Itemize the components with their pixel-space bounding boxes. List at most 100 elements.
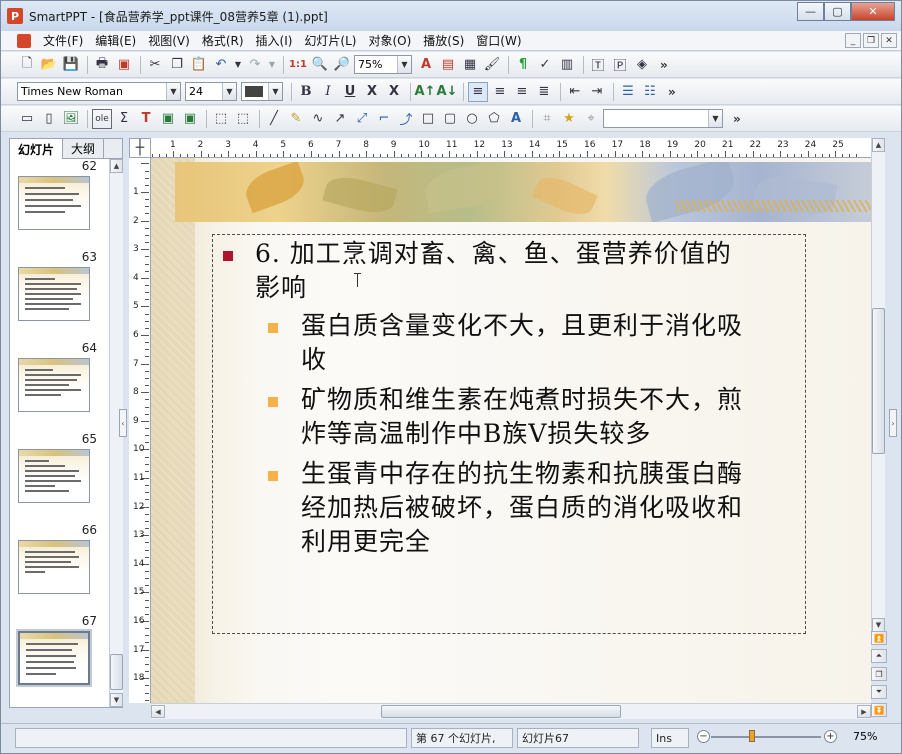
ruler-origin-button[interactable]: ┼	[129, 138, 151, 158]
horizontal-ruler[interactable]: 1 2 3 4 5 6 7 8 9 10 11 12 13 14 15 16 17 18 19 20 21 22 23 24 2…	[151, 138, 871, 158]
print-icon[interactable]: 🖶	[92, 55, 112, 75]
menu-file[interactable]: 文件(F)	[37, 32, 89, 49]
doc-close-button[interactable]: ✕	[881, 33, 897, 48]
chevron-down-icon[interactable]: ▼	[166, 83, 180, 100]
menu-window[interactable]: 窗口(W)	[470, 32, 527, 49]
canvas-vertical-scrollbar[interactable]: ▲ ▼	[871, 138, 885, 632]
menu-format[interactable]: 格式(R)	[196, 32, 250, 49]
star-shape-icon[interactable]: ★	[559, 109, 579, 129]
text-frame-icon[interactable]: 🅃	[588, 55, 608, 75]
scrollbar-thumb[interactable]	[110, 654, 123, 690]
undo-dropdown-icon[interactable]: ▼	[233, 55, 243, 75]
close-button[interactable]: ✕	[851, 2, 895, 21]
insert-mode-field[interactable]: Ins	[651, 728, 689, 748]
toolbar-overflow-icon[interactable]: »	[660, 58, 668, 72]
doc-restore-button[interactable]: ❐	[863, 33, 879, 48]
scroll-down-icon[interactable]: ▼	[110, 693, 123, 707]
collapse-panel-icon[interactable]: ‹	[119, 409, 127, 437]
align-left-icon[interactable]: ≡	[468, 81, 488, 102]
layers-icon[interactable]: ◈	[632, 55, 652, 75]
toolbar-overflow-icon[interactable]: »	[733, 112, 741, 126]
decrease-indent-icon[interactable]: ⇤	[565, 82, 585, 102]
slide-thumbnail-66[interactable]	[18, 540, 90, 594]
toolbar-overflow-icon[interactable]: »	[668, 85, 676, 99]
menu-play[interactable]: 播放(S)	[417, 32, 470, 49]
redo-icon[interactable]: ↷	[245, 55, 265, 75]
increase-indent-icon[interactable]: ⇥	[587, 82, 607, 102]
italic-button[interactable]: I	[318, 82, 338, 102]
insert-table-icon[interactable]: ▦	[460, 55, 480, 75]
group-object-icon[interactable]: ⬚	[233, 109, 253, 129]
bold-button[interactable]: B	[296, 82, 316, 102]
zoom-out-button[interactable]: −	[697, 730, 710, 743]
scrollbar-thumb[interactable]	[381, 705, 621, 718]
undo-icon[interactable]: ↶	[211, 55, 231, 75]
menu-view[interactable]: 视图(V)	[142, 32, 196, 49]
chevron-down-icon[interactable]: ▼	[708, 110, 722, 127]
zoom-combo[interactable]: 75% ▼	[354, 55, 412, 74]
spell-check-icon[interactable]: ✓	[535, 55, 555, 75]
scroll-up-icon[interactable]: ▲	[872, 138, 885, 152]
numbered-list-icon[interactable]: ☷	[640, 82, 660, 102]
menu-slide[interactable]: 幻灯片(L)	[298, 32, 362, 49]
justify-icon[interactable]: ≣	[534, 82, 554, 102]
autoshape-tool-icon[interactable]: ⬠	[484, 109, 504, 129]
rectangle-tool-icon[interactable]: □	[418, 109, 438, 129]
slide-67[interactable]: 6. 加工烹调对畜、禽、鱼、蛋营养价值的 影响 蛋白质含量变化不大，且更利于消化…	[151, 158, 871, 703]
menu-object[interactable]: 对象(O)	[362, 32, 417, 49]
scrollbar-thumb[interactable]	[872, 308, 885, 454]
tab-slides[interactable]: 幻灯片	[10, 139, 64, 159]
tab-outline[interactable]: 大纲	[63, 139, 105, 158]
transform-icon[interactable]: ⌖	[581, 109, 601, 129]
slide-thumbnail-62[interactable]	[18, 176, 90, 230]
select-object-icon[interactable]: ⬚	[211, 109, 231, 129]
clear-format-button[interactable]: X	[384, 82, 404, 102]
previous-slide-icon[interactable]: ⏶	[871, 649, 887, 663]
paste-icon[interactable]: 📋	[189, 55, 209, 75]
line-tool-icon[interactable]: ╱	[264, 109, 284, 129]
text-color-icon[interactable]: A	[416, 55, 436, 75]
cut-icon[interactable]: ✂	[145, 55, 165, 75]
insert-text-frame-icon[interactable]: T	[136, 109, 156, 129]
slide-thumbnail-64[interactable]	[18, 358, 90, 412]
insert-picture-icon[interactable]: 🖼	[61, 109, 81, 129]
curve-tool-icon[interactable]: ∿	[308, 109, 328, 129]
curved-connector-icon[interactable]: ⤴	[396, 109, 416, 129]
redo-dropdown-icon[interactable]: ▼	[267, 55, 277, 75]
first-slide-icon[interactable]: ⏫	[871, 631, 887, 645]
paragraph-mark-icon[interactable]: ¶	[513, 55, 533, 75]
copy-icon[interactable]: ❐	[167, 55, 187, 75]
wordart-icon[interactable]: A	[506, 109, 526, 129]
scroll-right-icon[interactable]: ▶	[857, 705, 871, 718]
open-folder-icon[interactable]: 📂	[39, 55, 59, 75]
scroll-down-icon[interactable]: ▼	[872, 618, 885, 632]
zoom-slider-handle[interactable]	[749, 730, 755, 742]
maximize-button[interactable]: ▢	[824, 2, 851, 21]
slide-thumbnail-65[interactable]	[18, 449, 90, 503]
slide-sorter-icon[interactable]: ❐	[871, 667, 887, 681]
insert-chart-frame-icon[interactable]: ▣	[158, 109, 178, 129]
expand-panel-icon[interactable]: ›	[889, 409, 897, 437]
format-painter-icon[interactable]: 🖌	[482, 55, 502, 75]
canvas-horizontal-scrollbar[interactable]: ◀ ▶	[151, 703, 871, 719]
chevron-down-icon[interactable]: ▼	[222, 83, 236, 100]
shrink-font-icon[interactable]: A↓	[437, 82, 458, 102]
scroll-up-icon[interactable]: ▲	[110, 159, 123, 173]
slide-thumbnail-63[interactable]	[18, 267, 90, 321]
shape-style-combo[interactable]: ▼	[603, 109, 723, 128]
scroll-left-icon[interactable]: ◀	[151, 705, 165, 718]
connector-icon[interactable]: ⤢	[352, 109, 372, 129]
insert-chart-icon[interactable]: ▤	[438, 55, 458, 75]
zoom-slider[interactable]	[711, 736, 821, 738]
chevron-down-icon[interactable]: ▼	[397, 56, 411, 73]
zoom-in-button[interactable]: +	[824, 730, 837, 743]
document-icon[interactable]	[17, 33, 31, 48]
new-file-icon[interactable]: 🗋	[17, 55, 37, 75]
content-textbox[interactable]: 6. 加工烹调对畜、禽、鱼、蛋营养价值的 影响 蛋白质含量变化不大，且更利于消化…	[212, 234, 806, 634]
menu-edit[interactable]: 编辑(E)	[89, 32, 142, 49]
ellipse-tool-icon[interactable]: ○	[462, 109, 482, 129]
last-slide-icon[interactable]: ⏬	[871, 703, 887, 717]
rounded-rectangle-tool-icon[interactable]: ▢	[440, 109, 460, 129]
actual-size-icon[interactable]: 1:1	[288, 55, 308, 75]
pen-tool-icon[interactable]: ✎	[286, 109, 306, 129]
